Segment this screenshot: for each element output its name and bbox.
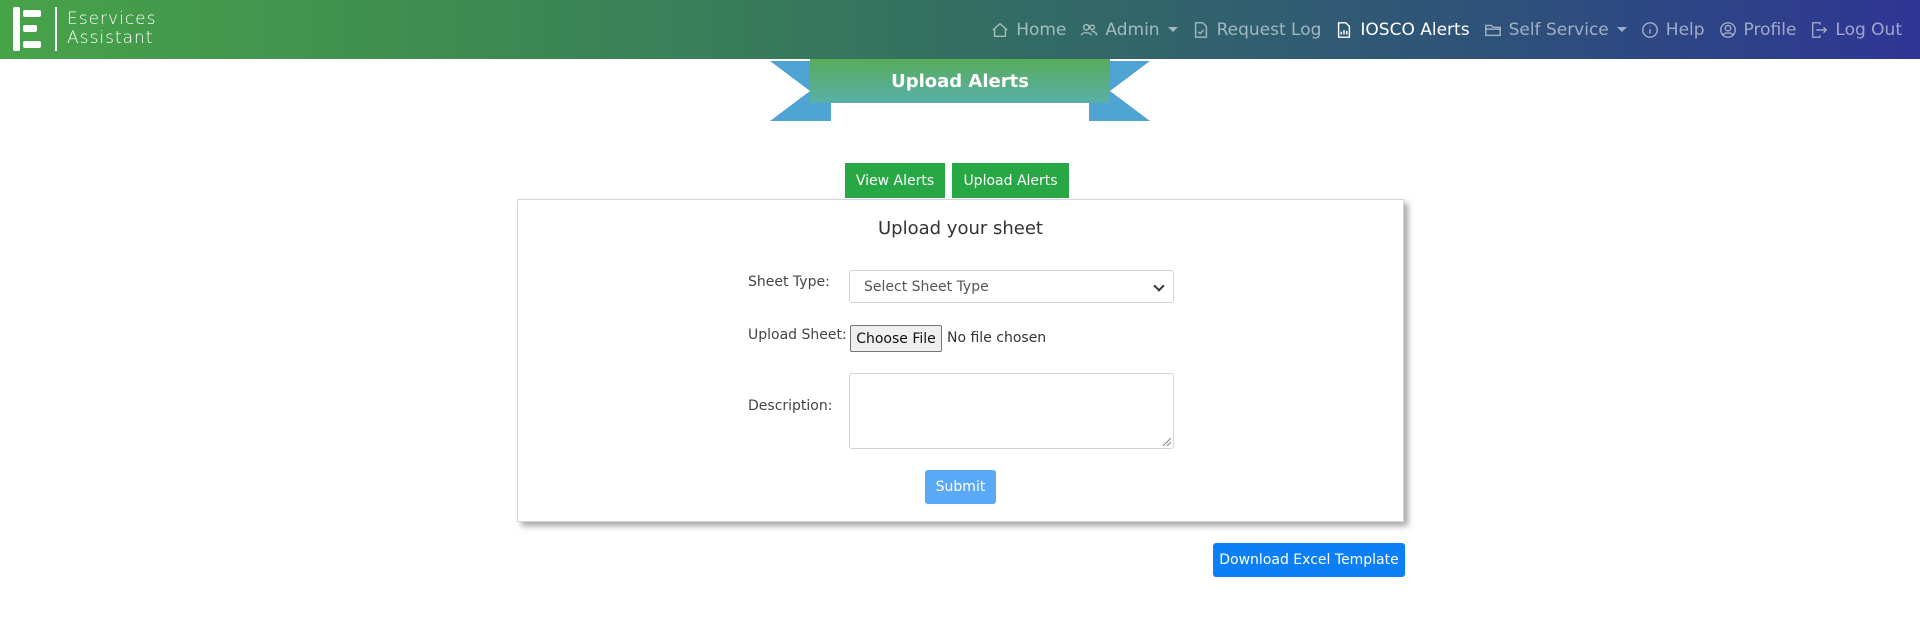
brand-logo[interactable]: Eservices Assistant — [13, 7, 157, 51]
submit-button[interactable]: Submit — [925, 470, 996, 504]
upload-alerts-button[interactable]: Upload Alerts — [952, 163, 1069, 198]
nav-iosco-alerts[interactable]: IOSCO Alerts — [1335, 20, 1470, 40]
logo-icon — [13, 7, 45, 51]
page-title: Upload Alerts — [891, 70, 1029, 92]
upload-form-card: Upload your sheet Sheet Type: Select She… — [517, 199, 1404, 522]
nav-log-out[interactable]: Log Out — [1810, 20, 1902, 40]
download-excel-template-button[interactable]: Download Excel Template — [1213, 543, 1405, 577]
nav-self-service[interactable]: Self Service — [1484, 20, 1627, 40]
top-navbar: Eservices Assistant Home Admin Request L… — [0, 0, 1920, 59]
users-icon — [1081, 23, 1098, 36]
view-alerts-button[interactable]: View Alerts — [845, 163, 945, 198]
brand-name: Eservices Assistant — [67, 9, 157, 48]
user-circle-icon — [1719, 21, 1736, 38]
home-icon — [992, 22, 1008, 37]
nav-home[interactable]: Home — [991, 20, 1066, 40]
folder-icon — [1484, 24, 1501, 36]
choose-file-button[interactable]: Choose File — [850, 325, 942, 352]
sheet-type-select[interactable]: Select Sheet Type — [849, 270, 1174, 303]
description-textarea[interactable] — [849, 373, 1174, 449]
nav-admin[interactable]: Admin — [1080, 20, 1178, 40]
nav-help[interactable]: Help — [1641, 20, 1705, 40]
document-chart-icon — [1338, 21, 1351, 38]
page-title-ribbon: Upload Alerts — [770, 59, 1150, 123]
chevron-down-icon — [1616, 27, 1627, 32]
document-check-icon — [1194, 21, 1207, 38]
upload-sheet-label: Upload Sheet: — [748, 327, 847, 343]
description-label: Description: — [748, 398, 833, 414]
info-icon — [1641, 21, 1658, 38]
form-title: Upload your sheet — [878, 218, 1043, 239]
nav-profile[interactable]: Profile — [1719, 20, 1796, 40]
file-status-text: No file chosen — [947, 330, 1047, 346]
main-nav: Home Admin Request Log IOSCO Alerts Self… — [977, 0, 1902, 59]
nav-request-log[interactable]: Request Log — [1192, 20, 1321, 40]
chevron-down-icon — [1153, 280, 1165, 292]
resize-handle-icon[interactable] — [1163, 438, 1171, 446]
sheet-type-label: Sheet Type: — [748, 274, 830, 290]
sheet-type-value: Select Sheet Type — [864, 278, 989, 295]
logout-icon — [1812, 21, 1828, 38]
chevron-down-icon — [1167, 27, 1178, 32]
